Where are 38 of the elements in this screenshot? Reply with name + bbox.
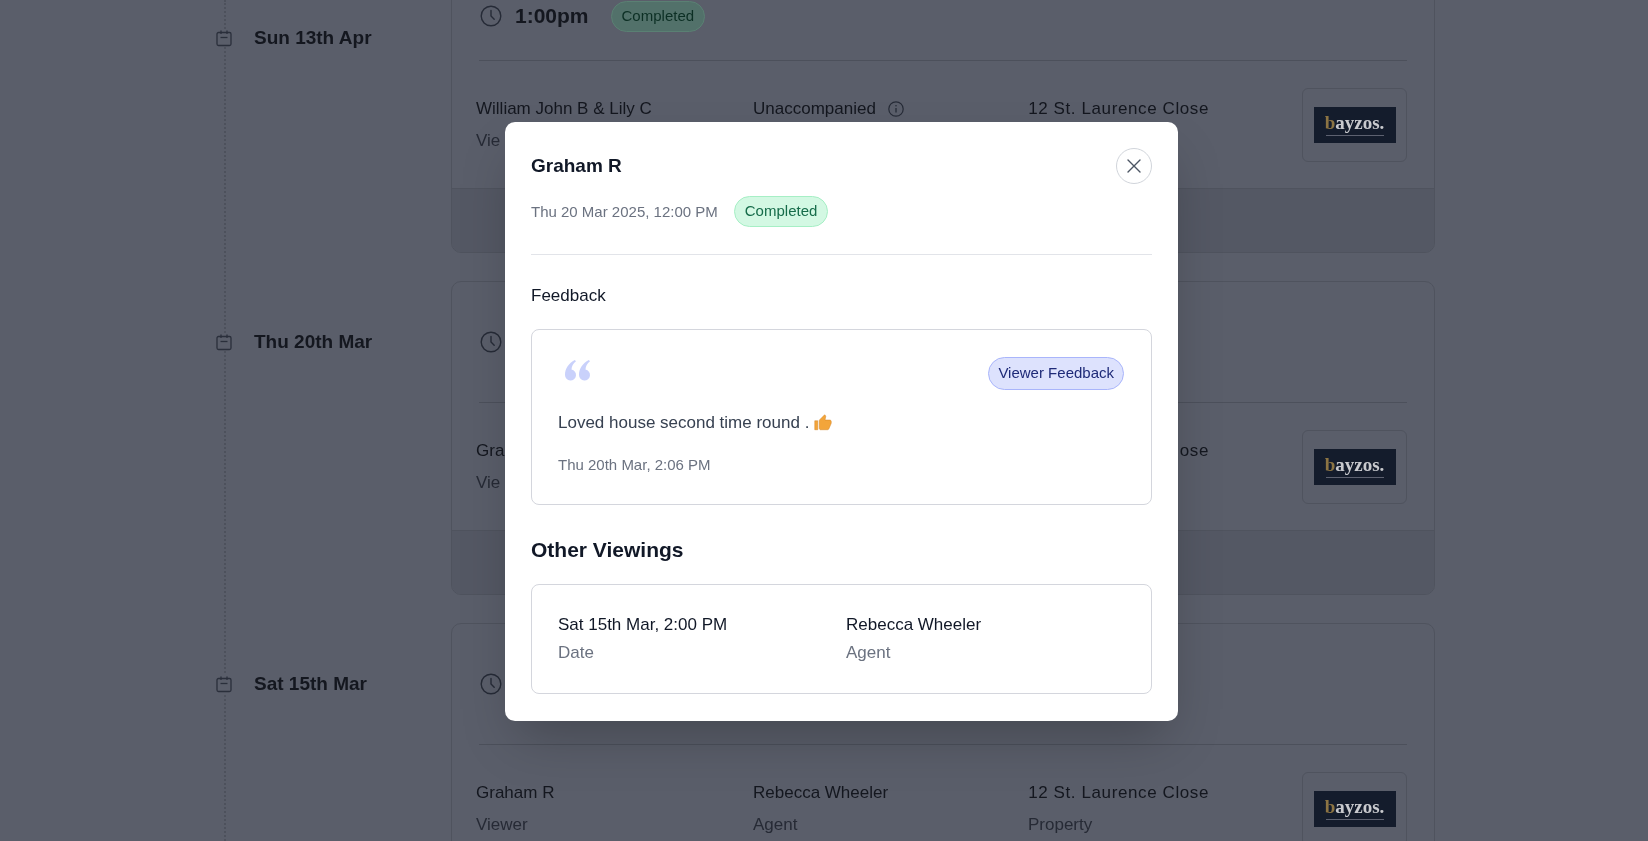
feedback-timestamp: Thu 20th Mar, 2:06 PM (558, 455, 711, 475)
clock-icon (480, 5, 502, 27)
feedback-tag: Viewer Feedback (988, 357, 1124, 390)
feedback-text: Loved house second time round . (558, 412, 810, 434)
clock-icon (480, 331, 502, 353)
viewing-date: Sat 15th Mar, 2:00 PM (558, 614, 728, 636)
section-heading: Other Viewings (531, 537, 684, 563)
thumbs-up-icon (814, 414, 833, 432)
property-address: ose (1179, 439, 1209, 462)
viewing-date-label: Date (558, 642, 594, 664)
logo-wordmark: bayzos. (1324, 455, 1385, 475)
clock-icon (480, 673, 502, 695)
property-address: 12 St. Laurence Close (1028, 781, 1209, 804)
date-heading: Sun 13th Apr (254, 26, 372, 50)
viewing-time: 1:00pm (515, 3, 589, 29)
agent-label: Agent (846, 642, 891, 664)
logo-wordmark: bayzos. (1324, 113, 1385, 133)
agent-name: Unaccompanied (753, 97, 876, 120)
close-icon (1127, 159, 1141, 173)
status-badge: Completed (733, 196, 829, 227)
dialog-title: Graham R (531, 154, 622, 178)
property-address: 12 St. Laurence Close (1028, 97, 1209, 120)
date-heading: Sat 15th Mar (254, 672, 367, 696)
viewer-name: Graham R (476, 781, 555, 804)
viewer-name: William John B & Lily C (476, 97, 652, 120)
close-button[interactable] (1116, 148, 1152, 184)
calendar-icon (215, 675, 233, 693)
logo-wordmark: bayzos. (1324, 797, 1385, 817)
calendar-icon (215, 333, 233, 351)
date-heading: Thu 20th Mar (254, 330, 373, 354)
quote-icon (564, 360, 591, 381)
calendar-icon (215, 29, 233, 47)
section-heading: Feedback (531, 285, 606, 307)
agent-name: Rebecca Wheeler (846, 614, 982, 636)
viewer-name: Gra (476, 439, 505, 462)
status-badge: Completed (610, 0, 706, 32)
agent-name: Rebecca Wheeler (753, 781, 889, 804)
dialog-datetime: Thu 20 Mar 2025, 12:00 PM (531, 201, 718, 222)
